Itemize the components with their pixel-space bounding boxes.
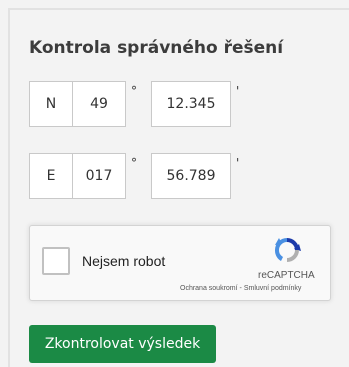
latitude-minute-symbol: '	[236, 84, 240, 98]
latitude-hemisphere-field[interactable]: N	[29, 81, 73, 127]
panel-title: Kontrola správného řešení	[29, 38, 284, 58]
recaptcha-links: Ochrana soukromí - Smluvní podmínky	[180, 285, 301, 292]
solution-check-panel: Kontrola správného řešení N 49 ° 12.345 …	[8, 8, 349, 367]
longitude-degree-symbol: °	[131, 156, 137, 170]
recaptcha-checkbox[interactable]	[42, 247, 70, 275]
longitude-degrees-field[interactable]: 017	[72, 153, 126, 199]
check-result-button[interactable]: Zkontrolovat výsledek	[29, 325, 216, 363]
recaptcha-logo-icon	[274, 238, 301, 262]
terms-link[interactable]: Smluvní podmínky	[244, 285, 302, 292]
latitude-minutes-field[interactable]: 12.345	[151, 81, 231, 127]
latitude-degrees-field[interactable]: 49	[72, 81, 126, 127]
recaptcha-brand: reCAPTCHA	[258, 270, 315, 281]
latitude-degree-symbol: °	[131, 84, 137, 98]
longitude-minute-symbol: '	[236, 156, 240, 170]
recaptcha-widget: Nejsem robot reCAPTCHA Ochrana soukromí …	[29, 225, 331, 301]
privacy-link[interactable]: Ochrana soukromí	[180, 285, 238, 292]
longitude-hemisphere-field[interactable]: E	[29, 153, 73, 199]
recaptcha-label: Nejsem robot	[82, 253, 166, 269]
longitude-minutes-field[interactable]: 56.789	[151, 153, 231, 199]
